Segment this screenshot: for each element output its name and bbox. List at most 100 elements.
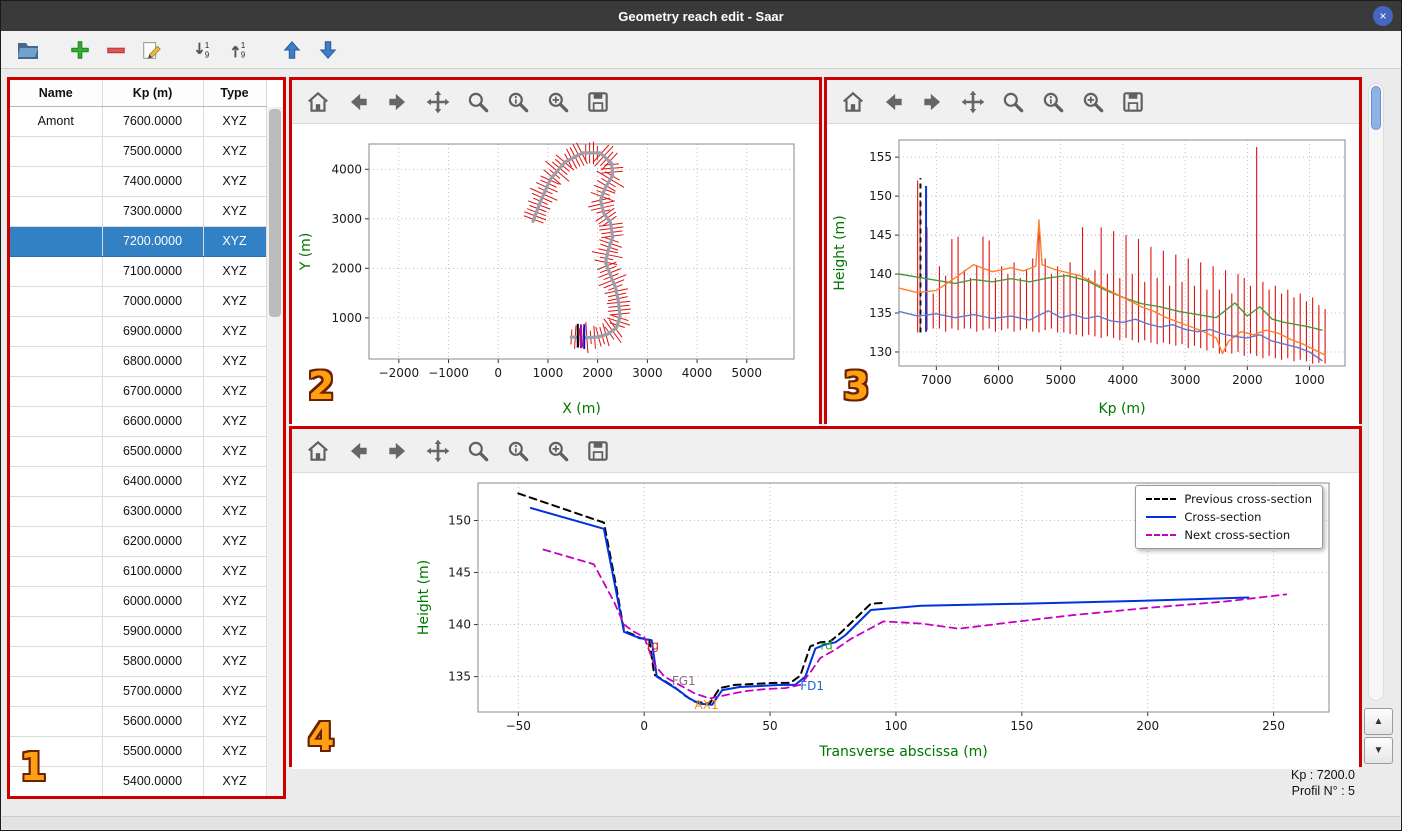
home-button[interactable]: [837, 86, 869, 118]
cell-kp[interactable]: 5900.0000: [102, 616, 204, 647]
zoom-custom-button[interactable]: [542, 86, 574, 118]
table-row[interactable]: 7100.0000 XYZ: [10, 256, 267, 287]
cell-type[interactable]: XYZ: [203, 376, 267, 407]
cell-kp[interactable]: 6400.0000: [102, 466, 204, 497]
cell-name[interactable]: [10, 196, 103, 227]
inspect-button[interactable]: [502, 86, 534, 118]
scroll-up-button[interactable]: ▲: [1364, 708, 1393, 735]
zoom-button[interactable]: [462, 435, 494, 467]
table-row[interactable]: 6800.0000 XYZ: [10, 346, 267, 377]
table-row[interactable]: 7400.0000 XYZ: [10, 166, 267, 197]
cell-kp[interactable]: 5600.0000: [102, 706, 204, 737]
table-row[interactable]: 6300.0000 XYZ: [10, 496, 267, 527]
edit-section-button[interactable]: [137, 35, 167, 65]
plan-plot[interactable]: −2000 −1000 0 1000 2000 3000 4000 5000 1000 2000 3…: [292, 124, 819, 421]
pan-button[interactable]: [422, 86, 454, 118]
zoom-button[interactable]: [462, 86, 494, 118]
save-button[interactable]: [582, 435, 614, 467]
cell-kp[interactable]: 7200.0000: [102, 226, 204, 257]
back-button[interactable]: [877, 86, 909, 118]
inspect-button[interactable]: [502, 435, 534, 467]
cell-name[interactable]: [10, 376, 103, 407]
cell-name[interactable]: [10, 286, 103, 317]
move-up-button[interactable]: [277, 35, 307, 65]
cell-name[interactable]: [10, 406, 103, 437]
cell-name[interactable]: [10, 496, 103, 527]
cell-type[interactable]: XYZ: [203, 106, 267, 137]
window-scrollbar-thumb[interactable]: [1371, 86, 1381, 130]
cell-type[interactable]: XYZ: [203, 586, 267, 617]
cell-kp[interactable]: 6500.0000: [102, 436, 204, 467]
pan-button[interactable]: [957, 86, 989, 118]
cell-type[interactable]: XYZ: [203, 166, 267, 197]
cell-kp[interactable]: 7300.0000: [102, 196, 204, 227]
table-row[interactable]: 7000.0000 XYZ: [10, 286, 267, 317]
cell-type[interactable]: XYZ: [203, 436, 267, 467]
table-row[interactable]: 6700.0000 XYZ: [10, 376, 267, 407]
close-button[interactable]: ×: [1373, 6, 1393, 26]
cell-kp[interactable]: 6900.0000: [102, 316, 204, 347]
cell-name[interactable]: [10, 256, 103, 287]
save-button[interactable]: [1117, 86, 1149, 118]
cell-kp[interactable]: 7000.0000: [102, 286, 204, 317]
table-row[interactable]: 7200.0000 XYZ: [10, 226, 267, 257]
forward-button[interactable]: [917, 86, 949, 118]
cell-name[interactable]: [10, 646, 103, 677]
cell-kp[interactable]: 6100.0000: [102, 556, 204, 587]
cell-name[interactable]: [10, 316, 103, 347]
table-row[interactable]: 5500.0000 XYZ: [10, 736, 267, 767]
cell-type[interactable]: XYZ: [203, 496, 267, 527]
profile-plot[interactable]: 7000 6000 5000 4000 3000 2000 1000 130 135 140 145…: [827, 124, 1359, 421]
table-row[interactable]: 6100.0000 XYZ: [10, 556, 267, 587]
forward-button[interactable]: [382, 86, 414, 118]
cell-kp[interactable]: 5700.0000: [102, 676, 204, 707]
zoom-custom-button[interactable]: [1077, 86, 1109, 118]
zoom-button[interactable]: [997, 86, 1029, 118]
table-row[interactable]: 6500.0000 XYZ: [10, 436, 267, 467]
cell-name[interactable]: [10, 526, 103, 557]
sort-ascending-button[interactable]: 19: [189, 35, 219, 65]
save-button[interactable]: [582, 86, 614, 118]
cell-type[interactable]: XYZ: [203, 526, 267, 557]
cell-type[interactable]: XYZ: [203, 646, 267, 677]
pan-button[interactable]: [422, 435, 454, 467]
window-scrollbar[interactable]: [1368, 83, 1384, 701]
add-section-button[interactable]: [65, 35, 95, 65]
cell-type[interactable]: XYZ: [203, 676, 267, 707]
cell-name[interactable]: [10, 556, 103, 587]
table-row[interactable]: 7300.0000 XYZ: [10, 196, 267, 227]
cell-type[interactable]: XYZ: [203, 286, 267, 317]
home-button[interactable]: [302, 86, 334, 118]
cell-kp[interactable]: 5500.0000: [102, 736, 204, 767]
remove-section-button[interactable]: [101, 35, 131, 65]
inspect-button[interactable]: [1037, 86, 1069, 118]
cell-name[interactable]: [10, 676, 103, 707]
cell-type[interactable]: XYZ: [203, 466, 267, 497]
cell-kp[interactable]: 6300.0000: [102, 496, 204, 527]
table-row[interactable]: Amont 7600.0000 XYZ: [10, 106, 267, 137]
cell-type[interactable]: XYZ: [203, 406, 267, 437]
table-scrollbar[interactable]: [266, 107, 283, 796]
cell-kp[interactable]: 6700.0000: [102, 376, 204, 407]
cell-name[interactable]: [10, 616, 103, 647]
cell-type[interactable]: XYZ: [203, 766, 267, 796]
cell-kp[interactable]: 7600.0000: [102, 106, 204, 137]
cell-kp[interactable]: 7400.0000: [102, 166, 204, 197]
cell-name[interactable]: Amont: [10, 106, 103, 137]
home-button[interactable]: [302, 435, 334, 467]
table-row[interactable]: 6900.0000 XYZ: [10, 316, 267, 347]
cell-type[interactable]: XYZ: [203, 616, 267, 647]
cell-name[interactable]: [10, 166, 103, 197]
cell-kp[interactable]: 7100.0000: [102, 256, 204, 287]
header-kp[interactable]: Kp (m): [102, 80, 204, 107]
cell-name[interactable]: [10, 706, 103, 737]
table-row[interactable]: 5400.0000 XYZ: [10, 766, 267, 796]
cell-type[interactable]: XYZ: [203, 346, 267, 377]
forward-button[interactable]: [382, 435, 414, 467]
scroll-down-button[interactable]: ▼: [1364, 737, 1393, 764]
sort-descending-button[interactable]: 19: [225, 35, 255, 65]
table-scrollbar-thumb[interactable]: [269, 109, 281, 317]
cell-name[interactable]: [10, 136, 103, 167]
cell-type[interactable]: XYZ: [203, 256, 267, 287]
table-row[interactable]: 6000.0000 XYZ: [10, 586, 267, 617]
